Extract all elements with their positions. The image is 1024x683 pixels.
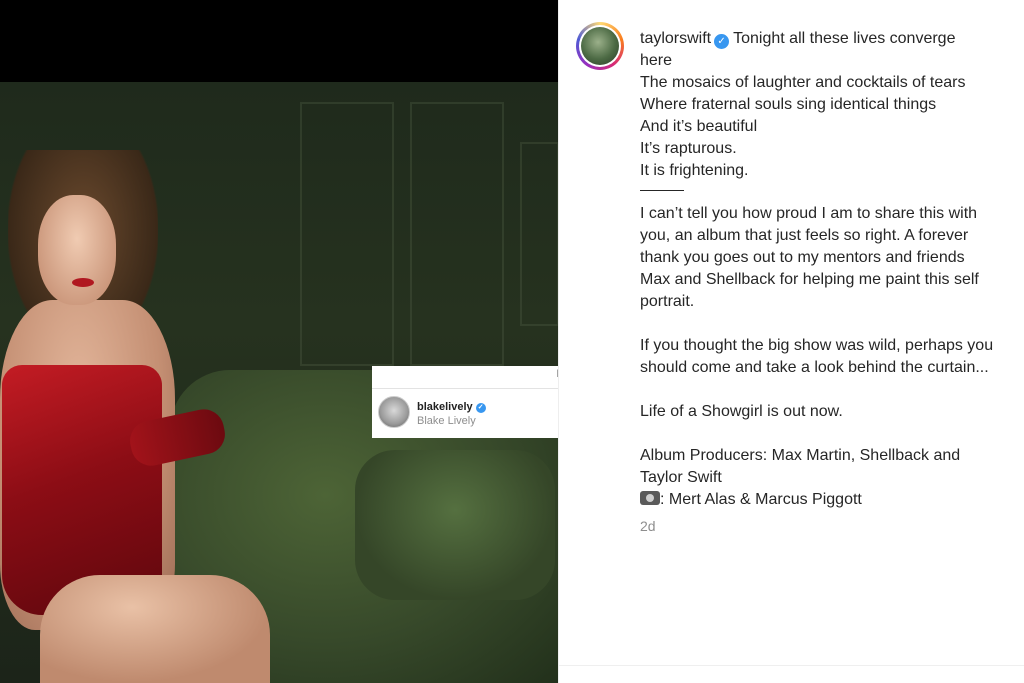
caption-text: Tonight all these lives converge [733,30,956,47]
caption-gap [640,313,1024,335]
caption-gap [640,423,1024,445]
post-username[interactable]: taylorswift [640,30,711,47]
caption-line: If you thought the big show was wild, pe… [640,337,994,354]
photo-credit-line: : Mert Alas & Marcus Piggott [640,489,1024,511]
caption-line: Life of a Showgirl is out now. [640,403,843,420]
caption-line: The mosaics of laughter and cocktails of… [640,74,966,91]
camera-icon [640,491,660,505]
panel-divider [558,665,1024,666]
liker-avatar[interactable] [378,396,410,428]
caption-line: here [640,52,673,69]
photo-credit: : Mert Alas & Marcus Piggott [660,491,862,508]
caption-line: Where fraternal souls sing identical thi… [640,96,937,113]
wall-panel [410,102,504,366]
caption-line: you, an album that just feels so right. … [640,227,969,244]
caption-divider [640,190,684,191]
caption-line: It is frightening. [640,162,749,179]
caption-line: And it’s beautiful [640,118,758,135]
post-photo[interactable] [0,0,558,683]
figure-leg [40,575,270,683]
verified-badge-icon: ✓ [475,403,486,413]
wall-panel [300,102,394,366]
caption-line: It’s rapturous. [640,140,737,157]
liker-username-text[interactable]: blakelively [417,401,473,413]
caption-gap [640,379,1024,401]
post-timestamp[interactable]: 2d [640,518,656,534]
caption-line: portrait. [640,293,695,310]
sofa-arm [355,450,555,600]
liker-fullname: Blake Lively [417,415,476,427]
verified-badge-icon: ✓ [714,34,730,49]
liker-username[interactable]: blakelively ✓ [417,401,486,413]
post-caption: taylorswift ✓ Tonight all these lives conv… [640,28,1024,511]
caption-line: Max and Shellback for helping me paint t… [640,271,979,288]
wall-panel [520,142,558,326]
avatar-border [579,25,621,67]
caption-line: Album Producers: Max Martin, Shellback a… [640,447,961,464]
caption-line: should come and take a look behind the c… [640,359,989,376]
figure-lips [72,278,94,287]
caption-line: Taylor Swift [640,469,722,486]
figure-face [38,195,116,305]
caption-line: thank you goes out to my mentors and fri… [640,249,965,266]
avatar-image [581,27,619,65]
caption-first-line: taylorswift ✓ Tonight all these lives conv… [640,28,1024,50]
profile-avatar[interactable] [576,22,624,70]
caption-line: I can’t tell you how proud I am to share… [640,205,978,222]
